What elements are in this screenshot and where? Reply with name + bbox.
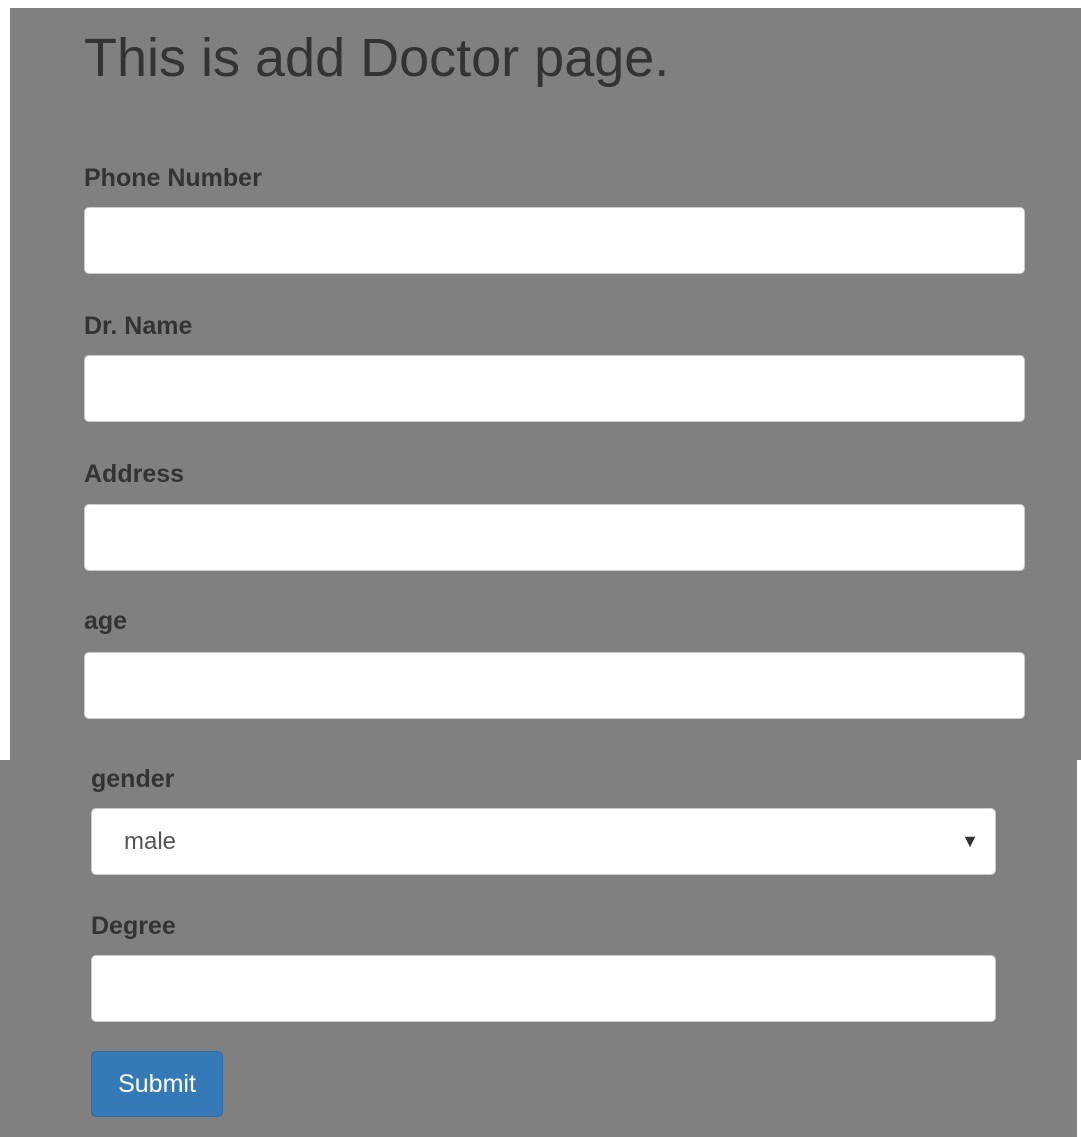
doctor-name-input[interactable] <box>84 355 1025 422</box>
gender-label: gender <box>91 765 175 793</box>
address-label: Address <box>84 460 185 488</box>
submit-button[interactable]: Submit <box>91 1051 223 1117</box>
address-input[interactable] <box>84 504 1025 571</box>
dropdown-arrow-icon: ▼ <box>961 831 979 851</box>
page-title: This is add Doctor page. <box>84 28 670 88</box>
gender-select-value: male <box>124 828 177 855</box>
degree-label: Degree <box>91 912 176 940</box>
degree-input[interactable] <box>91 955 996 1022</box>
age-label: age <box>84 607 128 635</box>
age-input[interactable] <box>84 652 1025 719</box>
doctor-name-label: Dr. Name <box>84 312 193 340</box>
phone-number-label: Phone Number <box>84 164 262 192</box>
gender-select[interactable]: male ▼ <box>91 808 996 875</box>
phone-number-input[interactable] <box>84 207 1025 274</box>
